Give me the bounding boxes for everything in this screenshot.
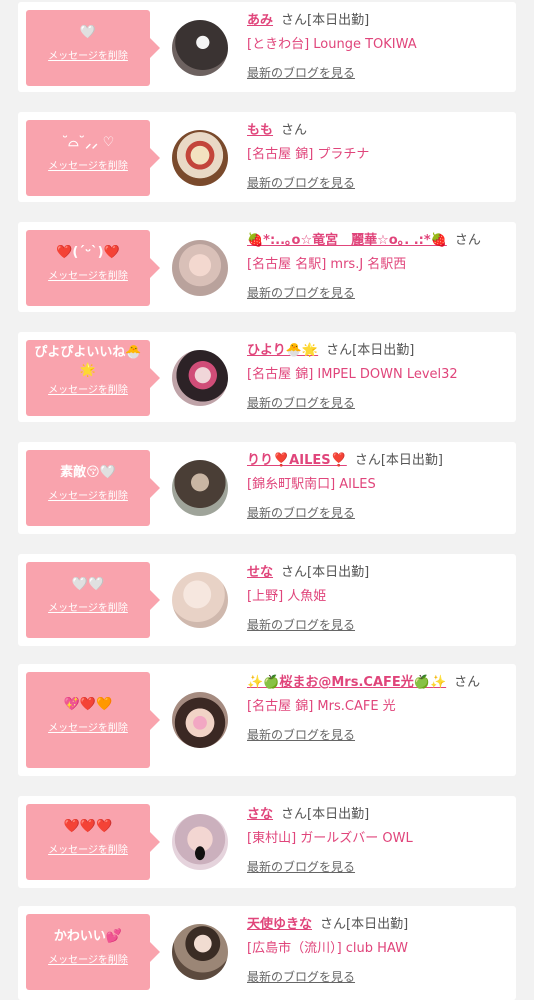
user-status: さん[本日出勤] bbox=[281, 13, 370, 28]
user-status: さん[本日出勤] bbox=[281, 807, 370, 822]
list-item: ❤️❤️❤️ メッセージを削除 さな さん[本日出勤] [東村山] ガールズバー … bbox=[18, 796, 516, 888]
message-bubble: ˘⌓˘⸝⸝ ♡ メッセージを削除 bbox=[26, 120, 160, 196]
user-name-link[interactable]: せな bbox=[247, 565, 273, 580]
user-name-link[interactable]: あみ bbox=[247, 13, 273, 28]
user-name-link[interactable]: ひより🐣🌟 bbox=[247, 343, 318, 358]
avatar[interactable] bbox=[172, 20, 228, 76]
user-name-link[interactable]: 🍓*:..｡o☆竜宮 麗華☆o｡. .:*🍓 bbox=[247, 233, 447, 248]
message-bubble: かわいい💕 メッセージを削除 bbox=[26, 914, 160, 990]
message-list: 🤍 メッセージを削除 あみ さん[本日出勤] [ときわ台] Lounge TOKI… bbox=[0, 0, 534, 1000]
delete-message-link[interactable]: メッセージを削除 bbox=[26, 722, 150, 736]
message-bubble: 🤍 メッセージを削除 bbox=[26, 10, 160, 86]
message-bubble: ぴよぴよいいね🐣🌟 メッセージを削除 bbox=[26, 340, 160, 416]
user-name-link[interactable]: さな bbox=[247, 807, 273, 822]
shop-link[interactable]: [広島市（流川）] club HAW bbox=[247, 940, 506, 958]
shop-link[interactable]: [上野] 人魚姫 bbox=[247, 588, 506, 606]
blog-link[interactable]: 最新のブログを見る bbox=[247, 504, 355, 521]
blog-link[interactable]: 最新のブログを見る bbox=[247, 394, 355, 411]
message-text: 🤍🤍 bbox=[71, 577, 105, 592]
delete-message-link[interactable]: メッセージを削除 bbox=[26, 844, 150, 858]
avatar[interactable] bbox=[172, 814, 228, 870]
list-item: かわいい💕 メッセージを削除 天使ゆきな さん[本日出勤] [広島市（流川）] c… bbox=[18, 906, 516, 1000]
message-bubble: 🤍🤍 メッセージを削除 bbox=[26, 562, 160, 638]
shop-link[interactable]: [名古屋 錦] プラチナ bbox=[247, 146, 506, 164]
user-name-link[interactable]: ✨🍏桜まお@Mrs.CAFE光🍏✨ bbox=[247, 675, 446, 690]
avatar[interactable] bbox=[172, 460, 228, 516]
user-status: さん[本日出勤] bbox=[281, 565, 370, 580]
list-item: 素敵😚🤍 メッセージを削除 りり❣️AILES❣️ さん[本日出勤] [錦糸町駅南… bbox=[18, 442, 516, 534]
shop-link[interactable]: [名古屋 錦] IMPEL DOWN Level32 bbox=[247, 366, 506, 384]
list-item: 🤍🤍 メッセージを削除 せな さん[本日出勤] [上野] 人魚姫 最新のブログを見… bbox=[18, 554, 516, 646]
list-item: 💖❤️🧡 メッセージを削除 ✨🍏桜まお@Mrs.CAFE光🍏✨ さん [名古屋 錦… bbox=[18, 664, 516, 776]
message-text: 💖❤️🧡 bbox=[63, 697, 113, 712]
message-text: ˘⌓˘⸝⸝ ♡ bbox=[61, 135, 115, 150]
blog-link[interactable]: 最新のブログを見る bbox=[247, 616, 355, 633]
list-item: ˘⌓˘⸝⸝ ♡ メッセージを削除 もも さん [名古屋 錦] プラチナ 最新のブロ… bbox=[18, 112, 516, 202]
shop-link[interactable]: [名古屋 名駅] mrs.J 名駅西 bbox=[247, 256, 506, 274]
blog-link[interactable]: 最新のブログを見る bbox=[247, 284, 355, 301]
blog-link[interactable]: 最新のブログを見る bbox=[247, 64, 355, 81]
message-bubble: 素敵😚🤍 メッセージを削除 bbox=[26, 450, 160, 526]
delete-message-link[interactable]: メッセージを削除 bbox=[26, 270, 150, 284]
message-text: ❤️(ˊᵕˋ)❤️ bbox=[56, 245, 120, 260]
shop-link[interactable]: [東村山] ガールズバー OWL bbox=[247, 830, 506, 848]
user-status: さん bbox=[281, 123, 308, 138]
avatar[interactable] bbox=[172, 572, 228, 628]
message-text: ❤️❤️❤️ bbox=[63, 819, 113, 834]
delete-message-link[interactable]: メッセージを削除 bbox=[26, 490, 150, 504]
user-status: さん[本日出勤] bbox=[354, 453, 443, 468]
user-status: さん bbox=[454, 675, 481, 690]
delete-message-link[interactable]: メッセージを削除 bbox=[26, 160, 150, 174]
message-bubble: ❤️(ˊᵕˋ)❤️ メッセージを削除 bbox=[26, 230, 160, 306]
delete-message-link[interactable]: メッセージを削除 bbox=[26, 602, 150, 616]
delete-message-link[interactable]: メッセージを削除 bbox=[26, 954, 150, 968]
blog-link[interactable]: 最新のブログを見る bbox=[247, 726, 355, 743]
list-item: ぴよぴよいいね🐣🌟 メッセージを削除 ひより🐣🌟 さん[本日出勤] [名古屋 錦]… bbox=[18, 332, 516, 422]
message-text: 素敵😚🤍 bbox=[60, 465, 116, 480]
message-text: ぴよぴよいいね🐣🌟 bbox=[34, 345, 142, 378]
avatar[interactable] bbox=[172, 692, 228, 748]
blog-link[interactable]: 最新のブログを見る bbox=[247, 858, 355, 875]
user-name-link[interactable]: 天使ゆきな bbox=[247, 917, 312, 932]
avatar[interactable] bbox=[172, 350, 228, 406]
user-status: さん[本日出勤] bbox=[320, 917, 409, 932]
list-item: 🤍 メッセージを削除 あみ さん[本日出勤] [ときわ台] Lounge TOKI… bbox=[18, 2, 516, 92]
delete-message-link[interactable]: メッセージを削除 bbox=[26, 384, 150, 398]
user-status: さん bbox=[454, 233, 481, 248]
message-bubble: 💖❤️🧡 メッセージを削除 bbox=[26, 672, 160, 768]
list-item: ❤️(ˊᵕˋ)❤️ メッセージを削除 🍓*:..｡o☆竜宮 麗華☆o｡. .:*… bbox=[18, 222, 516, 312]
message-bubble: ❤️❤️❤️ メッセージを削除 bbox=[26, 804, 160, 880]
user-name-link[interactable]: もも bbox=[247, 123, 273, 138]
avatar[interactable] bbox=[172, 240, 228, 296]
shop-link[interactable]: [錦糸町駅南口] AILES bbox=[247, 476, 506, 494]
shop-link[interactable]: [ときわ台] Lounge TOKIWA bbox=[247, 36, 506, 54]
user-status: さん[本日出勤] bbox=[326, 343, 415, 358]
message-text: 🤍 bbox=[79, 25, 97, 40]
user-name-link[interactable]: りり❣️AILES❣️ bbox=[247, 453, 347, 468]
blog-link[interactable]: 最新のブログを見る bbox=[247, 968, 355, 985]
avatar[interactable] bbox=[172, 130, 228, 186]
shop-link[interactable]: [名古屋 錦] Mrs.CAFE 光 bbox=[247, 698, 506, 716]
avatar[interactable] bbox=[172, 924, 228, 980]
blog-link[interactable]: 最新のブログを見る bbox=[247, 174, 355, 191]
message-text: かわいい💕 bbox=[53, 929, 123, 944]
delete-message-link[interactable]: メッセージを削除 bbox=[26, 50, 150, 64]
